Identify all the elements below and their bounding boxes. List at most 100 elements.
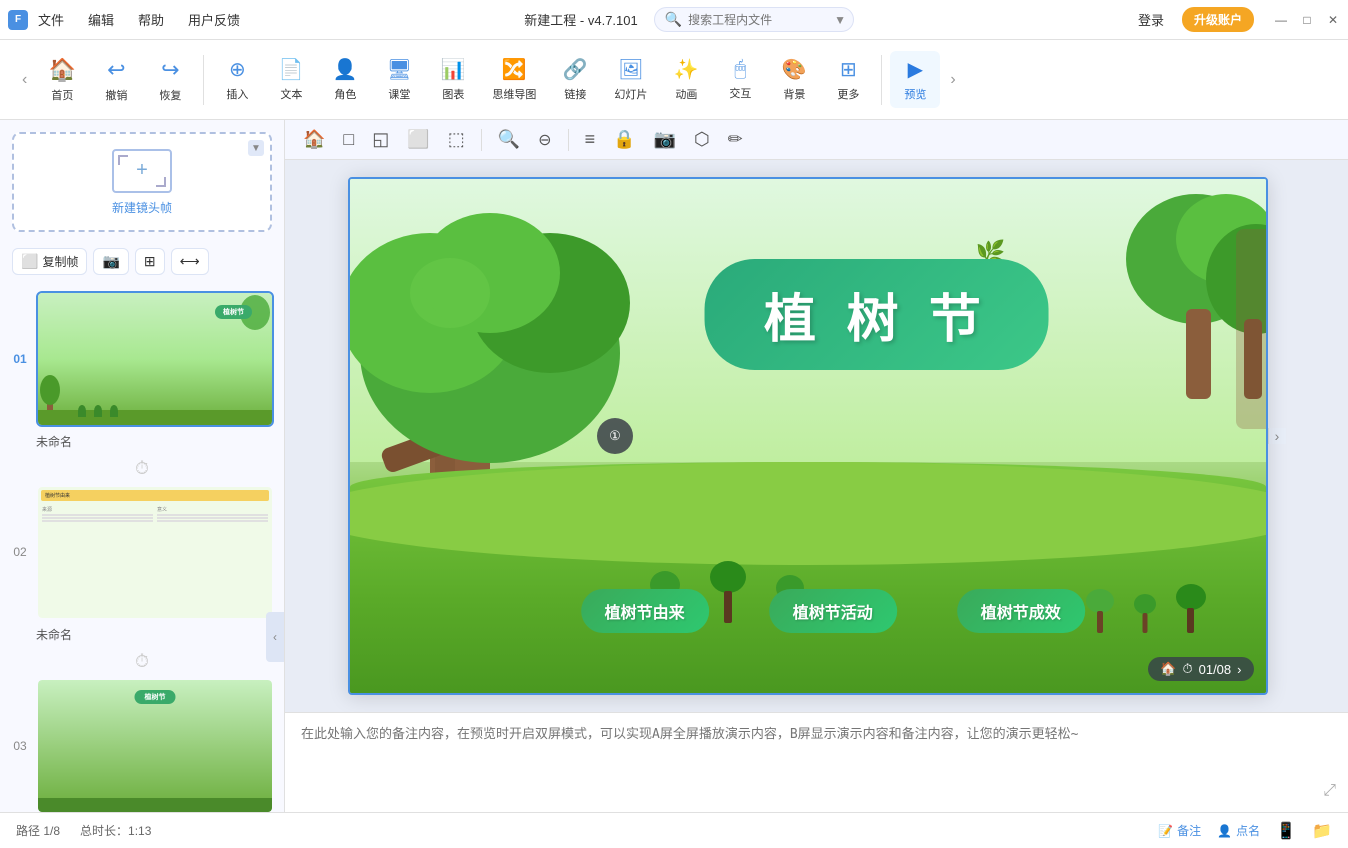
class-icon: 🖥 <box>387 57 412 82</box>
upgrade-button[interactable]: 升级账户 <box>1182 7 1254 32</box>
align-icon[interactable]: ≡ <box>579 125 602 154</box>
link-icon: 🔗 <box>563 57 588 82</box>
toolbar-text[interactable]: 📄 文本 <box>266 51 316 108</box>
edit-icon[interactable]: ✏ <box>722 125 749 154</box>
canvas-toolbar: 🏠 □ ◱ ⬜ ⬚ 🔍 ⊖ ≡ 🔒 📷 ⬡ ✏ <box>285 120 1348 160</box>
toolbar-link[interactable]: 🔗 链接 <box>550 51 600 108</box>
title-bar: F 文件 编辑 帮助 用户反馈 新建工程 - v4.7.101 🔍 ▼ 登录 升… <box>0 0 1348 40</box>
minimize-button[interactable]: — <box>1274 13 1288 27</box>
layers-icon[interactable]: ⬚ <box>442 125 471 154</box>
notes-area: ⤢ <box>285 712 1348 812</box>
swap-button[interactable]: ⟷ <box>171 248 209 275</box>
btn-result[interactable]: 植树节成效 <box>957 589 1085 633</box>
slide-thumb-3[interactable]: 植树节 <box>36 678 274 812</box>
nav-left-icon[interactable]: ‹ <box>16 67 33 93</box>
title-bar-right: 登录 升级账户 — □ ✕ <box>1128 6 1340 33</box>
toolbar-more[interactable]: ⊞ 更多 <box>823 51 873 108</box>
zoom-in-icon[interactable]: 🔍 <box>492 125 526 154</box>
notes-input[interactable] <box>301 723 1332 793</box>
toolbar-mindmap[interactable]: 🔀 思维导图 <box>482 51 546 108</box>
small-tree-e <box>1134 589 1156 633</box>
slide-number-3: 03 <box>10 739 30 753</box>
right-collapse-handle[interactable]: › <box>1268 428 1286 444</box>
btn-origin[interactable]: 植树节由来 <box>581 589 709 633</box>
export-icon[interactable]: ⬡ <box>688 125 716 154</box>
slide-thumb-2[interactable]: 植树节由来 来源 <box>36 485 274 621</box>
clock-icon: ⏱ <box>1182 661 1192 677</box>
search-input[interactable] <box>688 13 828 27</box>
toolbar-bg-label: 背景 <box>783 86 805 102</box>
toolbar-home-label: 首页 <box>51 87 73 103</box>
copy-frame-button[interactable]: ⬜ 复制帧 <box>12 248 87 275</box>
swap-icon: ⟷ <box>180 253 200 270</box>
toolbar-home[interactable]: 🏠 首页 <box>37 51 87 109</box>
maximize-button[interactable]: □ <box>1300 13 1314 27</box>
toolbar-preview[interactable]: ▶ 预览 <box>890 51 940 108</box>
right-small-trees <box>1086 577 1206 633</box>
rect-icon[interactable]: □ <box>337 125 360 154</box>
insert-icon: ⊕ <box>229 57 246 82</box>
toolbar-redo[interactable]: ↪ 恢复 <box>145 51 195 109</box>
menu-help[interactable]: 帮助 <box>128 6 174 33</box>
toolbar-animation[interactable]: ✨ 动画 <box>661 51 711 108</box>
close-button[interactable]: ✕ <box>1326 13 1340 27</box>
toolbar: ‹ 🏠 首页 ↩ 撤销 ↪ 恢复 ⊕ 插入 📄 文本 👤 角色 🖥 课堂 📊 图… <box>0 40 1348 120</box>
notes-status-btn[interactable]: 📝 备注 <box>1158 822 1201 839</box>
toolbar-animation-label: 动画 <box>675 86 697 102</box>
toolbar-bg[interactable]: 🎨 背景 <box>769 51 819 108</box>
toolbar-slide[interactable]: 🖼 幻灯片 <box>604 51 657 108</box>
toolbar-role[interactable]: 👤 角色 <box>320 51 370 108</box>
menu-edit[interactable]: 编辑 <box>78 6 124 33</box>
camera2-icon[interactable]: 📷 <box>648 125 682 154</box>
slide-counter-text: 01/08 <box>1199 662 1232 677</box>
slide-name-1: 未命名 <box>0 431 284 456</box>
right-trees <box>1066 179 1266 479</box>
search-dropdown-icon[interactable]: ▼ <box>834 13 846 27</box>
new-frame-button[interactable]: + 新建镜头帧 ▼ <box>12 132 272 232</box>
camera-icon: 📷 <box>102 253 119 270</box>
toolbar-insert[interactable]: ⊕ 插入 <box>212 51 262 108</box>
toolbar-chart[interactable]: 📊 图表 <box>428 51 478 108</box>
grid-button[interactable]: ⊞ <box>135 248 165 275</box>
menu-feedback[interactable]: 用户反馈 <box>178 6 250 33</box>
search-box[interactable]: 🔍 ▼ <box>654 7 854 32</box>
menu-file[interactable]: 文件 <box>28 6 74 33</box>
shape-icon[interactable]: 🏠 <box>297 125 331 154</box>
nav-arrows-right: › <box>944 67 961 93</box>
camera-button[interactable]: 📷 <box>93 248 128 275</box>
collapse-icon: ‹ <box>273 630 277 644</box>
login-button[interactable]: 登录 <box>1128 6 1174 33</box>
folder-status-btn[interactable]: 📁 <box>1312 821 1332 841</box>
search-icon: 🔍 <box>665 11 682 28</box>
toolbar-slide-label: 幻灯片 <box>614 86 647 102</box>
toolbar-undo[interactable]: ↩ 撤销 <box>91 51 141 109</box>
slide-canvas[interactable]: 🌿 植 树 节 <box>348 177 1268 695</box>
small-tree-f <box>1176 577 1206 633</box>
panel-collapse-button[interactable]: ‹ <box>266 612 284 662</box>
rollcall-status-btn[interactable]: 👤 点名 <box>1217 822 1260 839</box>
lock-icon[interactable]: 🔒 <box>607 125 641 154</box>
frame-icon[interactable]: ◱ <box>366 125 395 154</box>
nav-right-icon[interactable]: › <box>944 67 961 93</box>
undo-icon: ↩ <box>107 57 125 83</box>
btn-activity[interactable]: 植树节活动 <box>769 589 897 633</box>
path-status: 路径 1/8 <box>16 822 60 839</box>
notes-expand-icon[interactable]: ⤢ <box>1323 782 1336 800</box>
slide-timestamp-2: ⏱ <box>0 649 284 674</box>
slide-thumb-1[interactable]: 植树节 <box>36 291 274 427</box>
window-controls: — □ ✕ <box>1270 13 1340 27</box>
slide-number-2: 02 <box>10 545 30 559</box>
timestamp-icon: ⏱ <box>135 458 149 479</box>
logo-icon: F <box>8 10 28 30</box>
toolbar-interact[interactable]: 🖱 交互 <box>715 52 765 107</box>
toolbar-class-label: 课堂 <box>388 86 410 102</box>
screen-status-btn[interactable]: 📱 <box>1276 821 1296 841</box>
animation-icon: ✨ <box>674 57 699 82</box>
square-icon[interactable]: ⬜ <box>401 125 435 154</box>
slide-nav-badge[interactable]: ① <box>597 418 633 454</box>
slide-title: 植 树 节 <box>704 259 1049 370</box>
toolbar-link-label: 链接 <box>564 86 586 102</box>
toolbar-class[interactable]: 🖥 课堂 <box>374 51 424 108</box>
toolbar-undo-label: 撤销 <box>105 87 127 103</box>
zoom-out-icon[interactable]: ⊖ <box>532 126 557 154</box>
